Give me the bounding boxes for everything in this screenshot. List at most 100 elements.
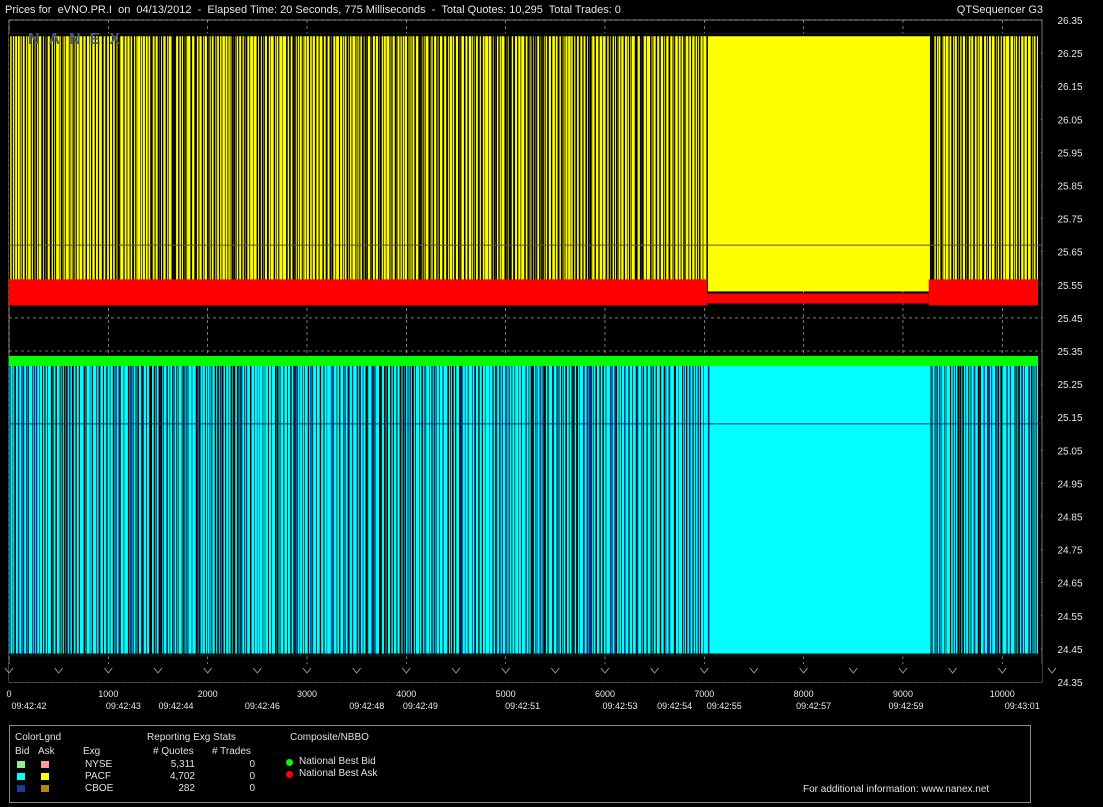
ask-column-header: Ask <box>38 746 55 757</box>
y-tick-label: 25.85 <box>1057 182 1082 193</box>
bid-gap <box>155 360 157 656</box>
ask-gap <box>206 33 209 292</box>
bid-gap <box>481 360 483 656</box>
bid-gap <box>249 360 252 656</box>
bid-gap <box>396 360 398 656</box>
ask-gap <box>379 33 382 292</box>
ask-gap <box>249 33 251 292</box>
x-tick-label: 0 <box>6 689 11 699</box>
bid-gap <box>1001 360 1003 656</box>
bid-gap <box>307 360 310 656</box>
ask-gap <box>451 33 453 292</box>
ask-gap <box>472 33 474 292</box>
ask-gap <box>263 33 265 292</box>
ask-gap <box>572 33 575 292</box>
bid-gap <box>1021 360 1023 656</box>
bid-gap <box>187 360 189 656</box>
ask-gap <box>152 33 154 292</box>
ask-gap <box>58 33 60 292</box>
ask-gap <box>699 33 701 292</box>
bid-gap <box>173 360 175 656</box>
bid-gap <box>172 360 174 656</box>
ask-gap <box>931 33 934 292</box>
bid-gap <box>160 360 162 656</box>
quotes-column-header: # Quotes <box>153 746 194 757</box>
ask-gap <box>560 33 563 292</box>
ask-gap <box>286 33 288 292</box>
bid-gap <box>558 360 560 656</box>
bid-gap <box>109 360 111 656</box>
ask-gap <box>953 33 955 292</box>
ask-gap <box>235 33 237 292</box>
ask-gap <box>570 33 572 292</box>
bid-gap <box>130 360 132 656</box>
time-label: 09:42:42 <box>11 701 46 711</box>
bid-gap <box>256 360 258 656</box>
bid-gap <box>217 360 219 656</box>
ask-gap <box>605 33 608 292</box>
ask-gap <box>355 33 357 292</box>
ask-gap <box>364 33 367 292</box>
bid-gap <box>957 360 960 656</box>
ask-gap <box>89 33 90 292</box>
x-tick-marker <box>1047 667 1057 674</box>
ask-gap <box>990 33 992 292</box>
ask-gap <box>195 33 197 292</box>
bid-gap <box>169 360 171 656</box>
bid-gap <box>315 360 317 656</box>
ask-gap <box>996 33 998 292</box>
bid-gap <box>106 360 108 656</box>
y-tick-label: 25.05 <box>1057 446 1082 457</box>
ask-gap <box>361 33 364 292</box>
ask-gap <box>11 33 13 292</box>
ask-gap <box>480 33 483 292</box>
bid-gap <box>659 360 662 656</box>
bid-gap <box>543 360 546 656</box>
bid-gap <box>1009 360 1012 656</box>
ask-gap <box>587 33 590 292</box>
bid-gap <box>68 360 71 656</box>
ask-gap <box>594 33 596 292</box>
pacf-quotes: 4,702 <box>169 771 195 782</box>
national-best-ask-band <box>707 293 929 304</box>
bid-gap <box>365 360 368 656</box>
bid-gap <box>12 360 14 656</box>
ask-gap <box>1014 33 1016 292</box>
bid-gap <box>98 360 101 656</box>
ask-gap <box>97 33 100 292</box>
bid-gap <box>78 360 81 656</box>
time-label: 09:42:49 <box>403 701 438 711</box>
ask-gap <box>159 33 162 292</box>
ask-gap <box>973 33 975 292</box>
bid-gap <box>386 360 389 656</box>
time-label: 09:42:53 <box>602 701 637 711</box>
ask-gap <box>165 33 168 292</box>
bid-gap <box>17 360 20 656</box>
bid-gap <box>404 360 407 656</box>
ask-gap <box>513 33 516 292</box>
bid-gap <box>944 360 945 656</box>
ask-gap <box>982 33 985 292</box>
bid-gap <box>239 360 241 656</box>
ask-gap <box>301 33 303 292</box>
ask-gap <box>1023 33 1025 292</box>
bid-gap <box>618 360 620 656</box>
bid-gap <box>343 360 344 656</box>
ask-gap <box>418 33 421 292</box>
ask-gap <box>527 33 529 292</box>
time-label: 09:42:51 <box>505 701 540 711</box>
y-axis: 26.35 26.25 26.15 26.05 25.95 25.85 25.75 25.65… <box>1057 16 1082 689</box>
bid-gap <box>1024 360 1025 656</box>
ask-gap <box>933 33 935 292</box>
bid-gap <box>489 360 490 656</box>
ask-gap <box>213 33 216 292</box>
ask-gap <box>944 33 946 292</box>
bid-gap <box>383 360 386 656</box>
x-tick-label: 4000 <box>396 689 416 699</box>
ask-gap <box>366 33 368 292</box>
ask-gap <box>471 33 472 292</box>
ask-gap <box>38 33 39 292</box>
ask-gap <box>32 33 35 292</box>
bid-gap <box>636 360 639 656</box>
y-tick-label: 24.65 <box>1057 579 1082 590</box>
